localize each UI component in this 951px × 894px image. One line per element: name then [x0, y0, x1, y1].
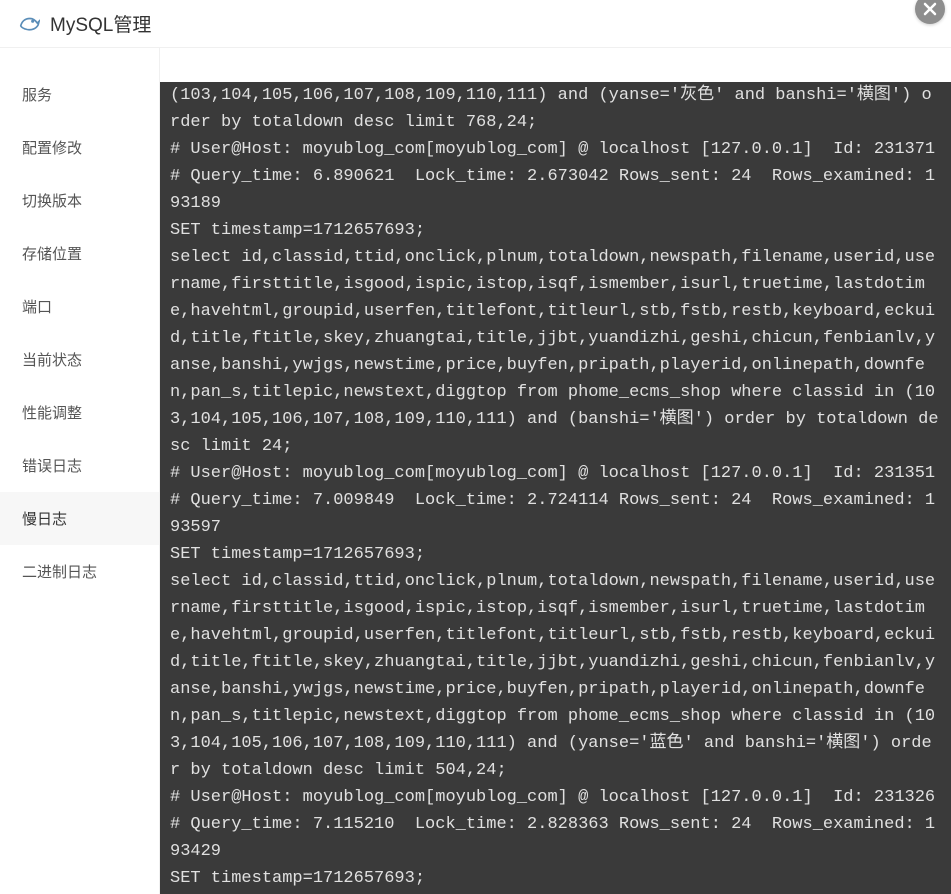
log-line: (103,104,105,106,107,108,109,110,111) an… — [170, 82, 941, 136]
sidebar-item-label: 二进制日志 — [22, 564, 97, 581]
log-line: SET timestamp=1712657693; — [170, 541, 941, 568]
sidebar-item-config[interactable]: 配置修改 — [0, 121, 159, 174]
log-line: # Query_time: 7.115210 Lock_time: 2.8283… — [170, 811, 941, 865]
sidebar-item-label: 切换版本 — [22, 193, 82, 210]
log-line: # User@Host: moyublog_com[moyublog_com] … — [170, 460, 941, 487]
log-line: select id,classid,ttid,onclick,plnum,tot… — [170, 244, 941, 460]
sidebar-item-label: 性能调整 — [22, 405, 82, 422]
sidebar-item-label: 端口 — [22, 299, 52, 316]
sidebar-item-switch-version[interactable]: 切换版本 — [0, 174, 159, 227]
sidebar-item-error-log[interactable]: 错误日志 — [0, 439, 159, 492]
sidebar-item-port[interactable]: 端口 — [0, 280, 159, 333]
sidebar-item-binary-log[interactable]: 二进制日志 — [0, 545, 159, 598]
sidebar-item-label: 错误日志 — [22, 458, 82, 475]
content: (103,104,105,106,107,108,109,110,111) an… — [160, 48, 951, 894]
log-line: # User@Host: moyublog_com[moyublog_com] … — [170, 136, 941, 163]
close-icon — [923, 2, 937, 16]
main: 服务 配置修改 切换版本 存储位置 端口 当前状态 性能调整 错误日志 慢日志 … — [0, 48, 951, 894]
slow-log-output[interactable]: (103,104,105,106,107,108,109,110,111) an… — [160, 82, 951, 894]
sidebar-item-label: 慢日志 — [22, 511, 67, 528]
sidebar-item-storage[interactable]: 存储位置 — [0, 227, 159, 280]
page-title: MySQL管理 — [50, 10, 151, 37]
header: MySQL管理 — [0, 0, 951, 48]
log-line: SET timestamp=1712657693; — [170, 217, 941, 244]
sidebar-item-slow-log[interactable]: 慢日志 — [0, 492, 159, 545]
sidebar-item-performance[interactable]: 性能调整 — [0, 386, 159, 439]
sidebar-item-service[interactable]: 服务 — [0, 68, 159, 121]
log-line: select id,classid,ttid,onclick,plnum,tot… — [170, 568, 941, 784]
sidebar-item-label: 服务 — [22, 87, 52, 104]
sidebar-item-label: 当前状态 — [22, 352, 82, 369]
log-line: SET timestamp=1712657693; — [170, 865, 941, 892]
mysql-dolphin-icon — [18, 13, 40, 35]
sidebar-item-label: 配置修改 — [22, 140, 82, 157]
log-line: # Query_time: 7.009849 Lock_time: 2.7241… — [170, 487, 941, 541]
sidebar-item-label: 存储位置 — [22, 246, 82, 263]
sidebar: 服务 配置修改 切换版本 存储位置 端口 当前状态 性能调整 错误日志 慢日志 … — [0, 48, 160, 894]
sidebar-item-status[interactable]: 当前状态 — [0, 333, 159, 386]
log-line: # Query_time: 6.890621 Lock_time: 2.6730… — [170, 163, 941, 217]
log-line: # User@Host: moyublog_com[moyublog_com] … — [170, 784, 941, 811]
